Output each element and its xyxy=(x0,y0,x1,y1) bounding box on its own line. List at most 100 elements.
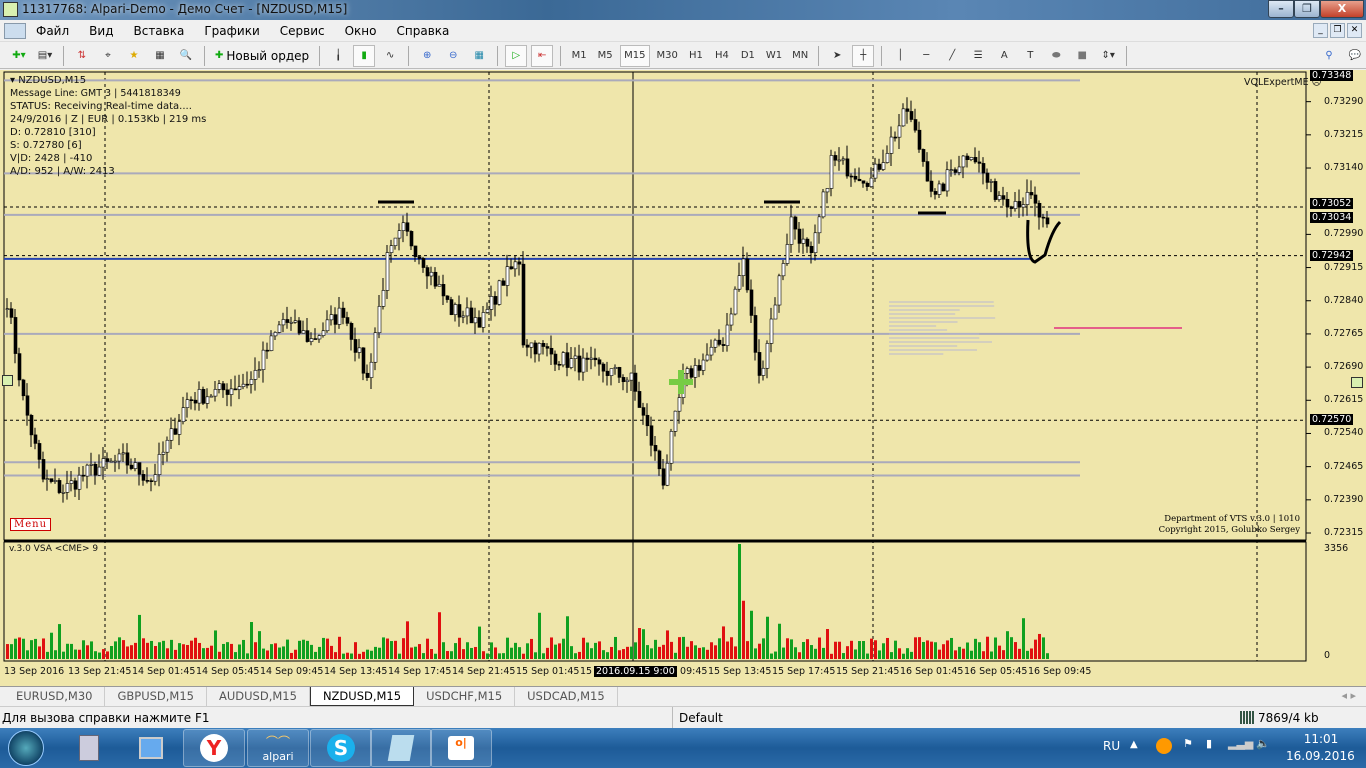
chart-handle-left[interactable] xyxy=(2,375,13,386)
tab-scroll-arrows[interactable]: ◂ ▸ xyxy=(1341,689,1356,702)
line-chart-icon[interactable]: ∿ xyxy=(379,45,401,67)
text-icon[interactable]: A xyxy=(993,45,1015,67)
tf-h1[interactable]: H1 xyxy=(685,45,707,67)
language-indicator[interactable]: RU xyxy=(1103,739,1120,753)
candle xyxy=(509,266,514,270)
volume-bar xyxy=(58,624,61,659)
candle xyxy=(929,180,934,192)
candle xyxy=(489,296,494,310)
menu-charts[interactable]: Графики xyxy=(194,24,269,38)
tf-w1[interactable]: W1 xyxy=(763,45,785,67)
chart-window[interactable]: ▾ NZDUSD,M15 Message Line: GMT 3 | 54418… xyxy=(0,70,1366,686)
network-icon[interactable]: ▂▃▅ xyxy=(1228,737,1253,750)
vertical-line-icon[interactable]: │ xyxy=(889,45,911,67)
new-chart-icon[interactable]: ✚▾ xyxy=(8,45,30,67)
tab-usdcad[interactable]: USDCAD,M15 xyxy=(515,687,618,706)
zoom-in-icon[interactable]: ⊕ xyxy=(416,45,438,67)
menu-tools[interactable]: Сервис xyxy=(270,24,335,38)
tab-gbpusd[interactable]: GBPUSD,M15 xyxy=(105,687,207,706)
tf-m1[interactable]: M1 xyxy=(568,45,590,67)
volume-bar xyxy=(310,644,313,659)
chart-handle-right[interactable] xyxy=(1351,377,1363,388)
power-icon[interactable]: ▮ xyxy=(1206,737,1212,750)
horizontal-line-icon[interactable]: ─ xyxy=(915,45,937,67)
candle xyxy=(157,454,162,475)
fibonacci-icon[interactable]: ☰ xyxy=(967,45,989,67)
arrows-icon[interactable]: ⇕▾ xyxy=(1097,45,1119,67)
terminal-icon[interactable]: ▦ xyxy=(149,45,171,67)
zoom-out-icon[interactable]: ⊖ xyxy=(442,45,464,67)
favorites-icon[interactable]: ★ xyxy=(123,45,145,67)
price-tick: 0.73290 xyxy=(1324,95,1364,107)
tf-mn[interactable]: MN xyxy=(789,45,811,67)
close-button[interactable]: X xyxy=(1320,0,1364,18)
notepad-icon[interactable] xyxy=(370,729,432,767)
tab-usdchf[interactable]: USDCHF,M15 xyxy=(414,687,516,706)
rectangle-icon[interactable]: ■ xyxy=(1071,45,1093,67)
crosshair-icon[interactable]: ┼ xyxy=(852,44,875,67)
menu-button[interactable]: Menu xyxy=(10,518,52,531)
mdi-restore-button[interactable]: ❐ xyxy=(1330,23,1345,38)
restore-button[interactable]: ❐ xyxy=(1294,0,1320,18)
candle xyxy=(49,478,54,482)
crosshair-nav-icon[interactable]: ⌖ xyxy=(97,45,119,67)
tab-eurusd[interactable]: EURUSD,M30 xyxy=(4,687,106,706)
candle-chart-icon[interactable]: ▮ xyxy=(353,44,376,67)
clock-time[interactable]: 11:01 xyxy=(1296,732,1346,746)
tray-app-icon[interactable] xyxy=(1156,738,1172,754)
chat-icon[interactable]: 💬 xyxy=(1344,45,1366,67)
volume-bar xyxy=(394,640,397,659)
action-center-flag-icon[interactable]: ⚑ xyxy=(1183,737,1193,750)
volume-bar xyxy=(338,636,341,659)
market-watch-icon[interactable]: ⇅ xyxy=(71,45,93,67)
ellipse-icon[interactable]: ⬬ xyxy=(1045,45,1067,67)
yandex-browser-icon[interactable]: Y xyxy=(183,729,245,767)
tf-m5[interactable]: M5 xyxy=(594,45,616,67)
menu-window[interactable]: Окно xyxy=(335,24,387,38)
calculator-icon[interactable] xyxy=(58,729,120,767)
trendline-icon[interactable]: ╱ xyxy=(941,45,963,67)
tf-m30[interactable]: M30 xyxy=(654,45,681,67)
volume-bar xyxy=(630,646,633,659)
tester-icon[interactable]: 🔍 xyxy=(175,45,197,67)
tf-m15[interactable]: M15 xyxy=(620,44,650,67)
tile-windows-icon[interactable]: ▦ xyxy=(468,45,490,67)
candle xyxy=(385,252,390,291)
cursor-icon[interactable]: ➤ xyxy=(826,45,848,67)
profiles-icon[interactable]: ▤▾ xyxy=(34,45,56,67)
menu-help[interactable]: Справка xyxy=(387,24,460,38)
menu-insert[interactable]: Вставка xyxy=(123,24,194,38)
menu-view[interactable]: Вид xyxy=(79,24,123,38)
chart-shift-icon[interactable]: ⇤ xyxy=(531,44,554,67)
copyright-line: Copyright 2015, Golubko Sergey xyxy=(1158,525,1300,535)
skype-icon[interactable]: S xyxy=(310,729,372,767)
search-icon[interactable]: ⚲ xyxy=(1318,45,1340,67)
minimize-button[interactable]: – xyxy=(1268,0,1294,18)
mdi-minimize-button[interactable]: _ xyxy=(1313,23,1328,38)
start-button[interactable] xyxy=(8,730,44,766)
bar-chart-icon[interactable]: ╽ xyxy=(327,45,349,67)
volume-bar xyxy=(194,637,197,659)
tab-nzdusd[interactable]: NZDUSD,M15 xyxy=(309,687,415,706)
screenshot-app-icon[interactable]: o| xyxy=(430,729,492,767)
new-order-button[interactable]: ✚ Новый ордер xyxy=(212,45,312,67)
clock-date[interactable]: 16.09.2016 xyxy=(1286,749,1355,763)
show-hidden-icons[interactable]: ▲ xyxy=(1130,739,1138,750)
volume-bar xyxy=(1038,633,1041,659)
tf-h4[interactable]: H4 xyxy=(711,45,733,67)
window-title: 11317768: Alpari-Demo - Демо Счет - [NZD… xyxy=(22,2,348,16)
volume-bar xyxy=(762,638,765,659)
text-label-icon[interactable]: T xyxy=(1019,45,1041,67)
cursor-time-tag: 2016.09.15 9:00 xyxy=(594,666,677,677)
candle xyxy=(905,108,910,112)
volume-bar xyxy=(686,646,689,659)
menu-file[interactable]: Файл xyxy=(26,24,79,38)
volume-icon[interactable]: 🔈 xyxy=(1256,737,1270,750)
tf-d1[interactable]: D1 xyxy=(737,45,759,67)
alpari-taskbar-button[interactable]: ⌒⌒ alpari xyxy=(247,729,309,767)
explorer-search-icon[interactable] xyxy=(120,729,182,767)
autoscroll-icon[interactable]: ▷ xyxy=(505,44,528,67)
mdi-close-button[interactable]: ✕ xyxy=(1347,23,1362,38)
candle xyxy=(677,397,682,412)
tab-audusd[interactable]: AUDUSD,M15 xyxy=(207,687,310,706)
